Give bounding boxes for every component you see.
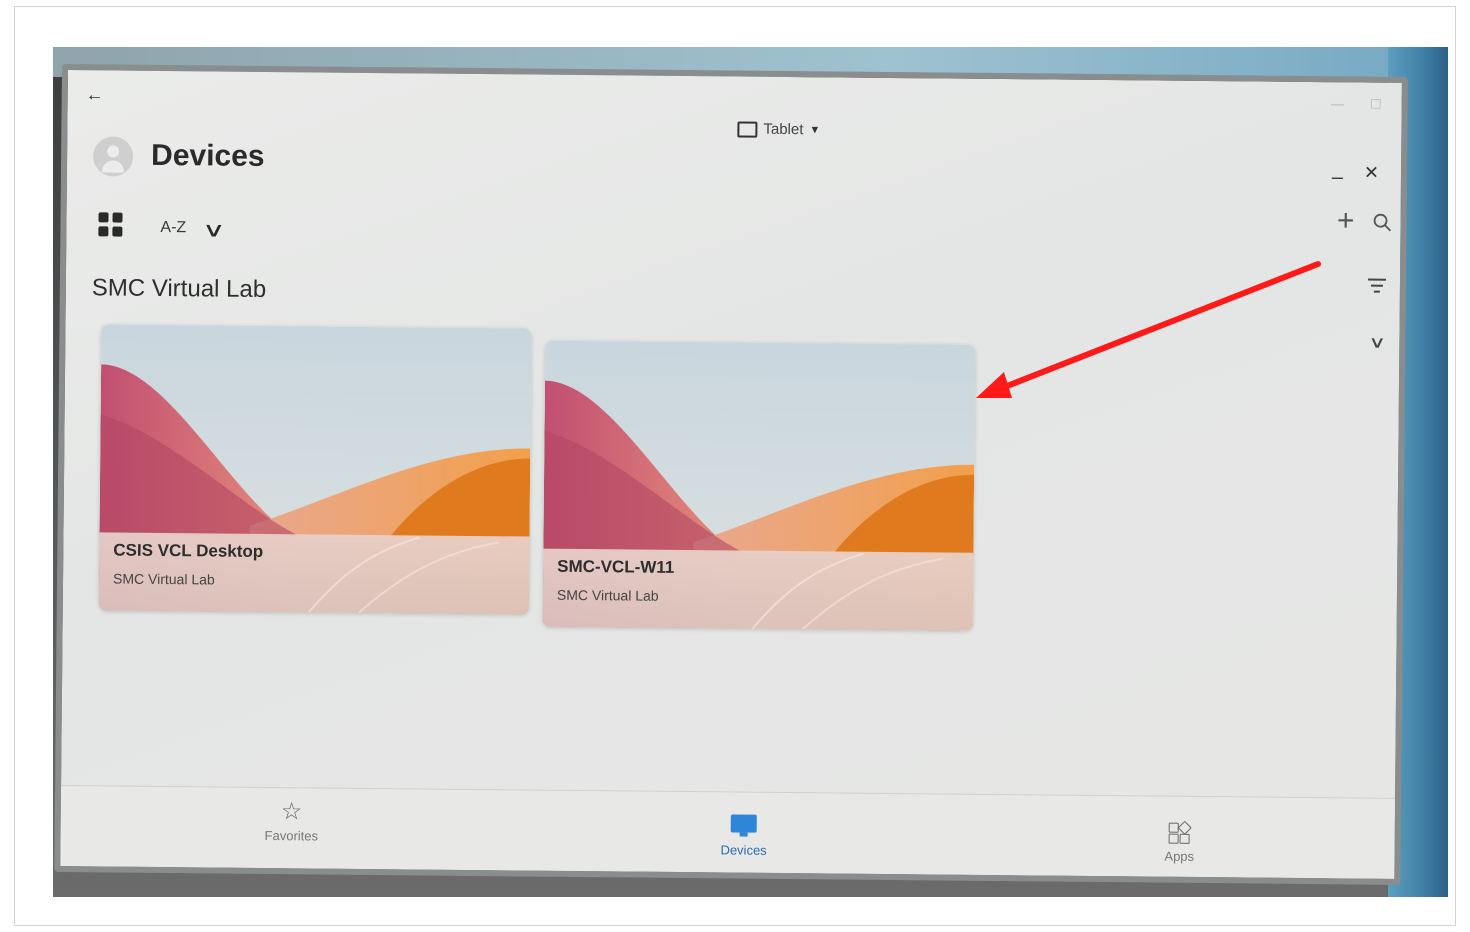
page-title: Devices bbox=[150, 138, 265, 173]
bottom-navigation: ☆ Favorites Devices Apps bbox=[60, 785, 1396, 879]
nav-apps[interactable]: Apps bbox=[1164, 820, 1195, 864]
add-device-button[interactable]: + bbox=[1337, 204, 1355, 238]
filter-icon[interactable] bbox=[1367, 278, 1386, 295]
device-mode-dropdown[interactable]: Tablet ▼ bbox=[737, 120, 820, 138]
tablet-icon bbox=[737, 120, 758, 138]
nav-label: Favorites bbox=[264, 827, 319, 844]
device-subtitle: SMC Virtual Lab bbox=[112, 570, 215, 588]
minimize-button[interactable]: – bbox=[1332, 166, 1343, 189]
device-subtitle: SMC Virtual Lab bbox=[556, 586, 659, 604]
search-icon[interactable] bbox=[1372, 213, 1392, 232]
device-name: CSIS VCL Desktop bbox=[113, 540, 264, 561]
collapse-chevron-down-icon[interactable]: ∨ bbox=[1369, 333, 1387, 353]
remote-desktop-app-window: ← — ☐ Tablet ▼ – ✕ Devices A-Z ∨ + ∨ SMC… bbox=[54, 64, 1408, 885]
close-button[interactable]: ✕ bbox=[1364, 163, 1379, 184]
background-window-controls: — ☐ bbox=[1331, 96, 1382, 112]
bg-minimize-icon: — bbox=[1330, 96, 1345, 112]
nav-favorites[interactable]: ☆ Favorites bbox=[264, 798, 319, 844]
caret-down-icon: ▼ bbox=[809, 123, 821, 136]
nav-label: Apps bbox=[1164, 848, 1195, 864]
star-icon: ☆ bbox=[280, 798, 303, 826]
group-title: SMC Virtual Lab bbox=[91, 274, 267, 303]
nav-label: Devices bbox=[720, 842, 767, 858]
user-avatar-icon[interactable] bbox=[92, 136, 134, 177]
grid-view-icon[interactable] bbox=[98, 212, 123, 237]
device-card-smc-vcl-w11[interactable]: SMC-VCL-W11 SMC Virtual Lab bbox=[542, 340, 976, 631]
back-arrow-icon[interactable]: ← bbox=[86, 84, 104, 105]
sort-chevron-down-icon[interactable]: ∨ bbox=[202, 217, 226, 242]
bg-maximize-icon: ☐ bbox=[1369, 96, 1382, 112]
device-name: SMC-VCL-W11 bbox=[557, 556, 675, 577]
monitor-icon bbox=[730, 814, 757, 833]
nav-devices[interactable]: Devices bbox=[720, 814, 767, 858]
apps-icon bbox=[1168, 820, 1192, 845]
device-card-csis-vcl-desktop[interactable]: CSIS VCL Desktop SMC Virtual Lab bbox=[98, 324, 532, 615]
device-mode-label: Tablet bbox=[763, 120, 804, 139]
sort-label[interactable]: A-Z bbox=[160, 219, 186, 237]
